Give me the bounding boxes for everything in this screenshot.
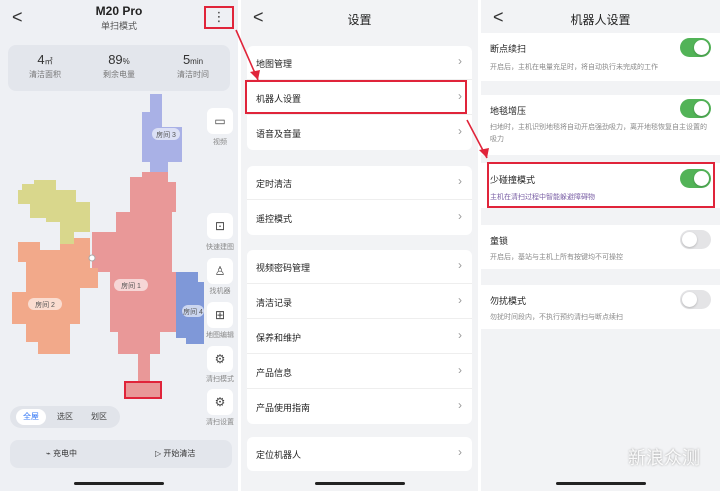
annotation-arrows bbox=[235, 29, 489, 159]
watermark: 新浪众测 bbox=[628, 448, 700, 469]
